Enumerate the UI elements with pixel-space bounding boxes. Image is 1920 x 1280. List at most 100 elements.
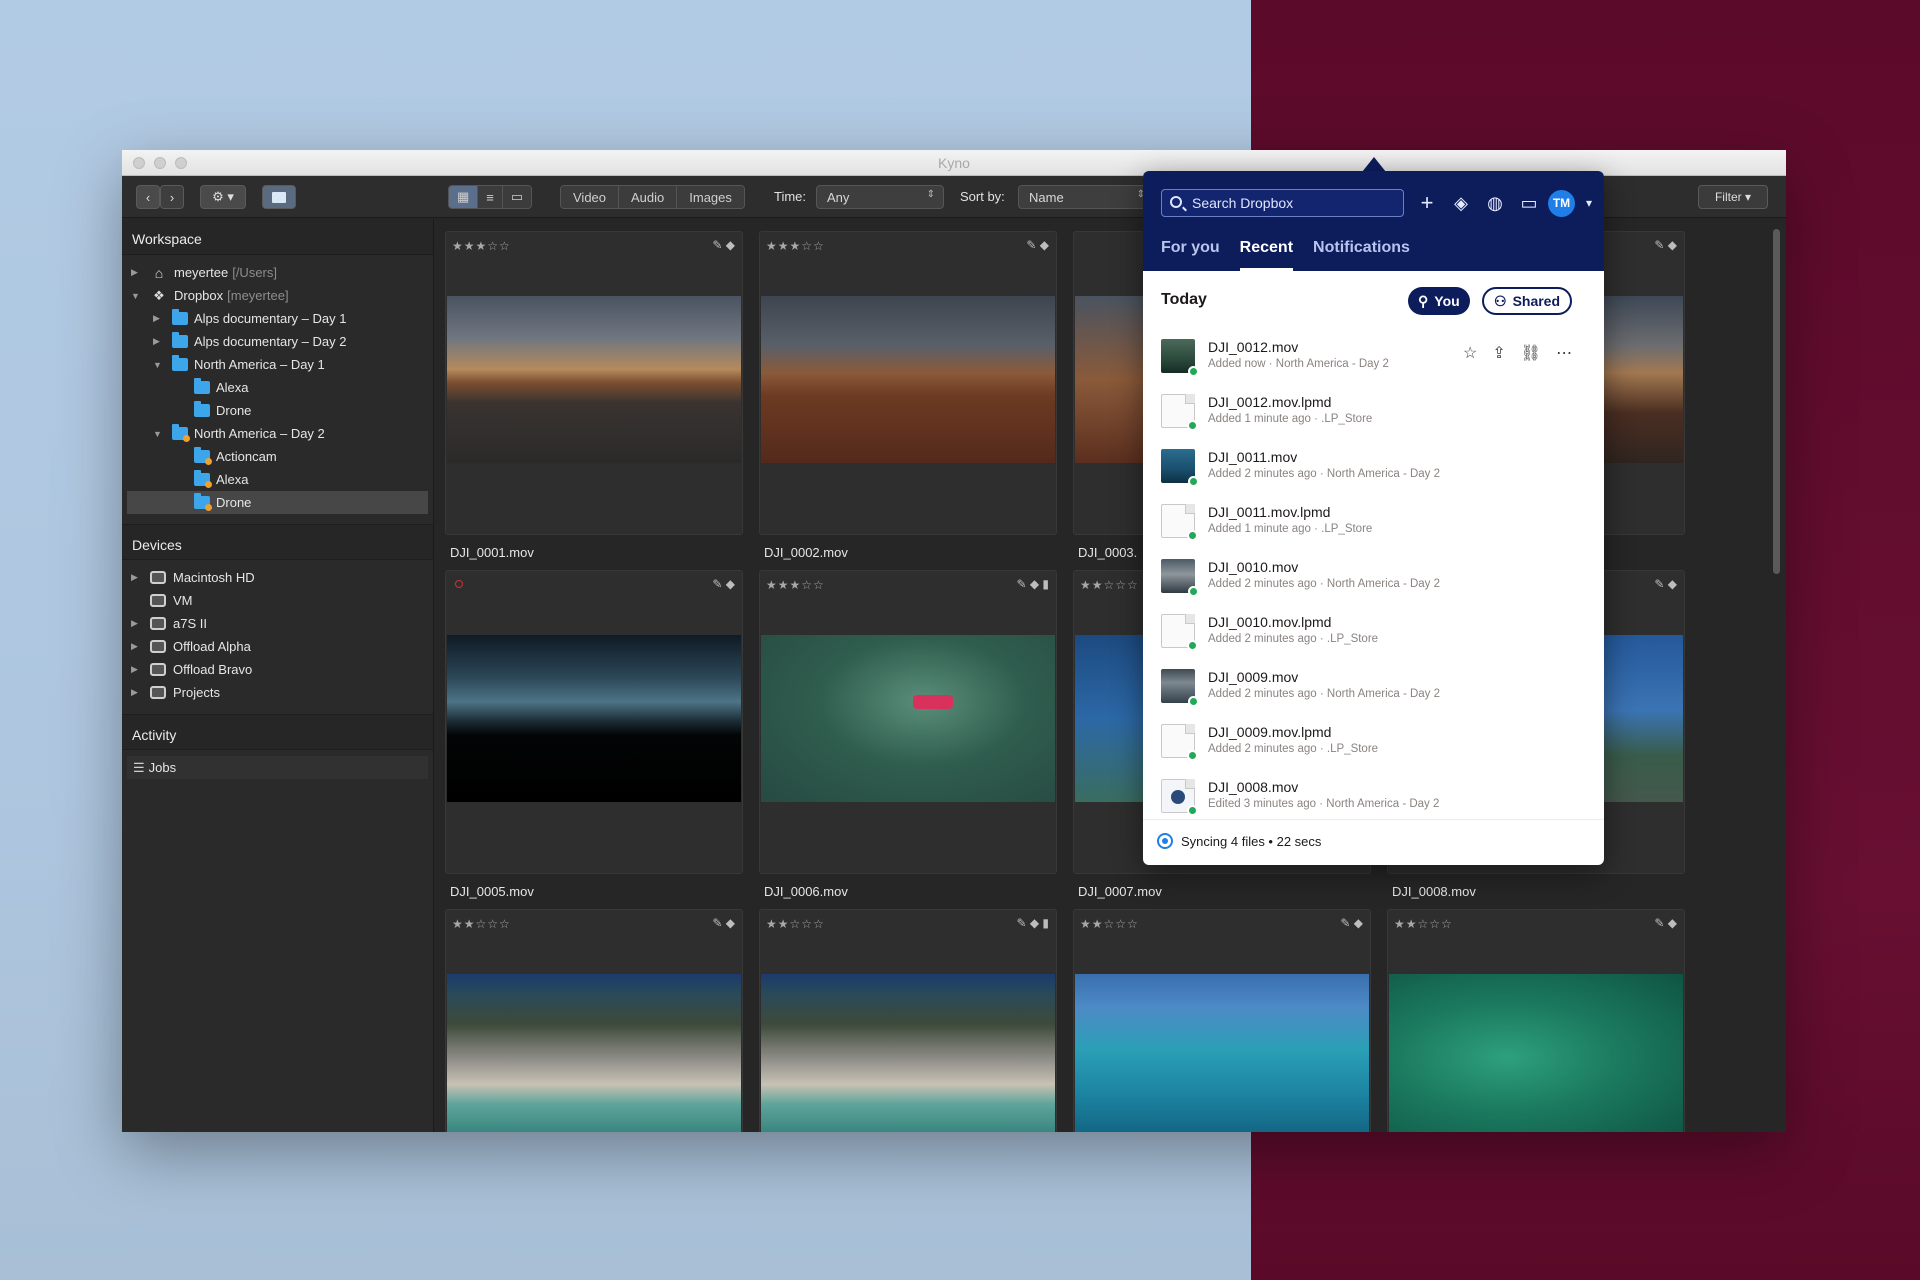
clip-card[interactable]: ★★★☆☆ ✎ ◆ DJI_0002.mov — [759, 231, 1057, 560]
plus-icon[interactable]: + — [1415, 191, 1439, 215]
tab-recent[interactable]: Recent — [1239, 239, 1294, 271]
clip-card[interactable]: ★★☆☆☆ ✎ ◆ — [1073, 909, 1371, 1132]
recent-file-row[interactable]: DJI_0009.mov Added 2 minutes ago · North… — [1143, 661, 1604, 716]
rating-stars[interactable]: ★★★☆☆ — [766, 578, 825, 592]
tree-item-drone-2[interactable]: Drone — [127, 491, 428, 514]
disclosure-right-icon[interactable]: ▶ — [131, 572, 138, 583]
chevron-down-icon[interactable]: ▾ — [1577, 191, 1601, 215]
disclosure-right-icon[interactable]: ▶ — [131, 687, 138, 698]
file-name: DJI_0009.mov.lpmd — [1208, 724, 1332, 740]
tree-item-actioncam[interactable]: Actioncam — [122, 445, 433, 468]
edit-tag-icons[interactable]: ✎ ◆ — [1654, 238, 1677, 252]
reject-flag-icon[interactable] — [455, 580, 463, 588]
recent-file-row[interactable]: DJI_0012.mov.lpmd Added 1 minute ago · .… — [1143, 386, 1604, 441]
layers-icon[interactable]: ◈ — [1449, 191, 1473, 215]
edit-tag-icons[interactable]: ✎ ◆ — [1026, 238, 1049, 252]
disclosure-down-icon[interactable]: ▼ — [131, 291, 140, 301]
tree-item-dropbox[interactable]: ▼ ❖ Dropbox [meyertee] — [122, 284, 433, 307]
device-vm[interactable]: VM — [122, 589, 433, 612]
device-label: Macintosh HD — [173, 570, 255, 585]
edit-tag-icons[interactable]: ✎ ◆ — [712, 238, 735, 252]
tree-item-north-america-day-2[interactable]: ▼ North America – Day 2 — [122, 422, 433, 445]
clip-card[interactable]: ★★☆☆☆ ✎ ◆ — [445, 909, 743, 1132]
filter-images[interactable]: Images — [677, 186, 744, 208]
rating-stars[interactable]: ★★☆☆☆ — [452, 917, 511, 931]
filter-button[interactable]: Filter ▾ — [1698, 185, 1768, 209]
tree-item-alexa[interactable]: Alexa — [122, 376, 433, 399]
edit-tag-icons[interactable]: ✎ ◆ — [1654, 577, 1677, 591]
disclosure-right-icon[interactable]: ▶ — [131, 641, 138, 652]
tree-item-north-america-day-1[interactable]: ▼ North America – Day 1 — [122, 353, 433, 376]
device-offload-alpha[interactable]: ▶ Offload Alpha — [122, 635, 433, 658]
rating-stars[interactable]: ★★★☆☆ — [766, 239, 825, 253]
clip-card[interactable]: ★★★☆☆ ✎ ◆ ▮ DJI_0006.mov — [759, 570, 1057, 899]
settings-menu-button[interactable]: ⚙ ▾ — [200, 185, 246, 209]
tree-item-drone[interactable]: Drone — [122, 399, 433, 422]
vertical-scrollbar[interactable] — [1773, 229, 1780, 574]
clip-thumbnail — [761, 635, 1055, 802]
device-offload-bravo[interactable]: ▶ Offload Bravo — [122, 658, 433, 681]
device-a7s-ii[interactable]: ▶ a7S II — [122, 612, 433, 635]
disclosure-right-icon[interactable]: ▶ — [153, 336, 160, 347]
recent-file-row[interactable]: DJI_0009.mov.lpmd Added 2 minutes ago · … — [1143, 716, 1604, 771]
forward-button[interactable]: › — [160, 185, 184, 209]
clip-card[interactable]: ★★★☆☆ ✎ ◆ DJI_0001.mov — [445, 231, 743, 560]
clip-card[interactable]: ★★☆☆☆ ✎ ◆ — [1387, 909, 1685, 1132]
rating-stars[interactable]: ★★☆☆☆ — [1080, 917, 1139, 931]
rating-stars[interactable]: ★★☆☆☆ — [1394, 917, 1453, 931]
recent-file-row[interactable]: DJI_0008.mov Edited 3 minutes ago · Nort… — [1143, 771, 1604, 826]
edit-tag-icons[interactable]: ✎ ◆ ▮ — [1016, 916, 1049, 930]
list-view-icon[interactable]: ≡ — [478, 186, 503, 208]
disclosure-right-icon[interactable]: ▶ — [153, 313, 160, 324]
rating-stars[interactable]: ★★☆☆☆ — [1080, 578, 1139, 592]
new-folder-button[interactable] — [262, 185, 296, 209]
filter-shared-button[interactable]: ⚇ Shared — [1482, 287, 1573, 315]
edit-tag-icons[interactable]: ✎ ◆ — [1340, 916, 1363, 930]
time-select[interactable]: Any ⇕ — [816, 185, 944, 209]
back-button[interactable]: ‹ — [136, 185, 160, 209]
disclosure-right-icon[interactable]: ▶ — [131, 267, 138, 278]
link-icon[interactable]: ⛓ — [1521, 343, 1541, 363]
edit-tag-icons[interactable]: ✎ ◆ — [712, 577, 735, 591]
recent-file-row[interactable]: DJI_0012.mov Added now · North America -… — [1143, 331, 1604, 386]
filter-audio[interactable]: Audio — [619, 186, 678, 208]
globe-icon[interactable]: ◍ — [1483, 191, 1507, 215]
tab-for-you[interactable]: For you — [1161, 239, 1220, 257]
avatar[interactable]: TM — [1548, 190, 1575, 217]
grid-view-icon[interactable]: ▦ — [449, 186, 479, 208]
rating-stars[interactable]: ★★☆☆☆ — [766, 917, 825, 931]
disclosure-right-icon[interactable]: ▶ — [131, 664, 138, 675]
clip-thumbnail — [761, 296, 1055, 463]
clip-card[interactable]: ★★☆☆☆ ✎ ◆ ▮ — [759, 909, 1057, 1132]
recent-file-row[interactable]: DJI_0011.mov.lpmd Added 1 minute ago · .… — [1143, 496, 1604, 551]
star-icon[interactable]: ☆ — [1463, 343, 1477, 363]
tab-notifications[interactable]: Notifications — [1313, 239, 1410, 257]
tree-item-alexa-2[interactable]: Alexa — [122, 468, 433, 491]
edit-tag-icons[interactable]: ✎ ◆ — [712, 916, 735, 930]
share-icon[interactable]: ⇪ — [1492, 343, 1505, 363]
single-view-icon[interactable]: ▭ — [502, 186, 532, 208]
device-macintosh-hd[interactable]: ▶ Macintosh HD — [122, 566, 433, 589]
rating-stars[interactable]: ★★★☆☆ — [452, 239, 511, 253]
folder-icon — [194, 378, 210, 394]
recent-file-row[interactable]: DJI_0011.mov Added 2 minutes ago · North… — [1143, 441, 1604, 496]
tree-item-alps-day-2[interactable]: ▶ Alps documentary – Day 2 — [122, 330, 433, 353]
sort-select[interactable]: Name ⇕ — [1018, 185, 1154, 209]
folder-icon[interactable]: ▭ — [1517, 191, 1541, 215]
filter-you-button[interactable]: ⚲ You — [1408, 287, 1470, 315]
clip-card[interactable]: ✎ ◆ DJI_0005.mov — [445, 570, 743, 899]
edit-tag-icons[interactable]: ✎ ◆ — [1654, 916, 1677, 930]
device-projects[interactable]: ▶ Projects — [122, 681, 433, 704]
disclosure-down-icon[interactable]: ▼ — [153, 360, 162, 370]
tree-item-alps-day-1[interactable]: ▶ Alps documentary – Day 1 — [122, 307, 433, 330]
jobs-item[interactable]: ☰ Jobs — [127, 756, 428, 779]
disclosure-right-icon[interactable]: ▶ — [131, 618, 138, 629]
search-input[interactable]: Search Dropbox — [1161, 189, 1404, 217]
recent-file-row[interactable]: DJI_0010.mov.lpmd Added 2 minutes ago · … — [1143, 606, 1604, 661]
disclosure-down-icon[interactable]: ▼ — [153, 429, 162, 439]
recent-file-row[interactable]: DJI_0010.mov Added 2 minutes ago · North… — [1143, 551, 1604, 606]
filter-video[interactable]: Video — [561, 186, 620, 208]
edit-tag-icons[interactable]: ✎ ◆ ▮ — [1016, 577, 1049, 591]
tree-item-meyertee[interactable]: ▶ ⌂ meyertee [/Users] — [122, 261, 433, 284]
more-icon[interactable]: ⋯ — [1556, 343, 1572, 363]
